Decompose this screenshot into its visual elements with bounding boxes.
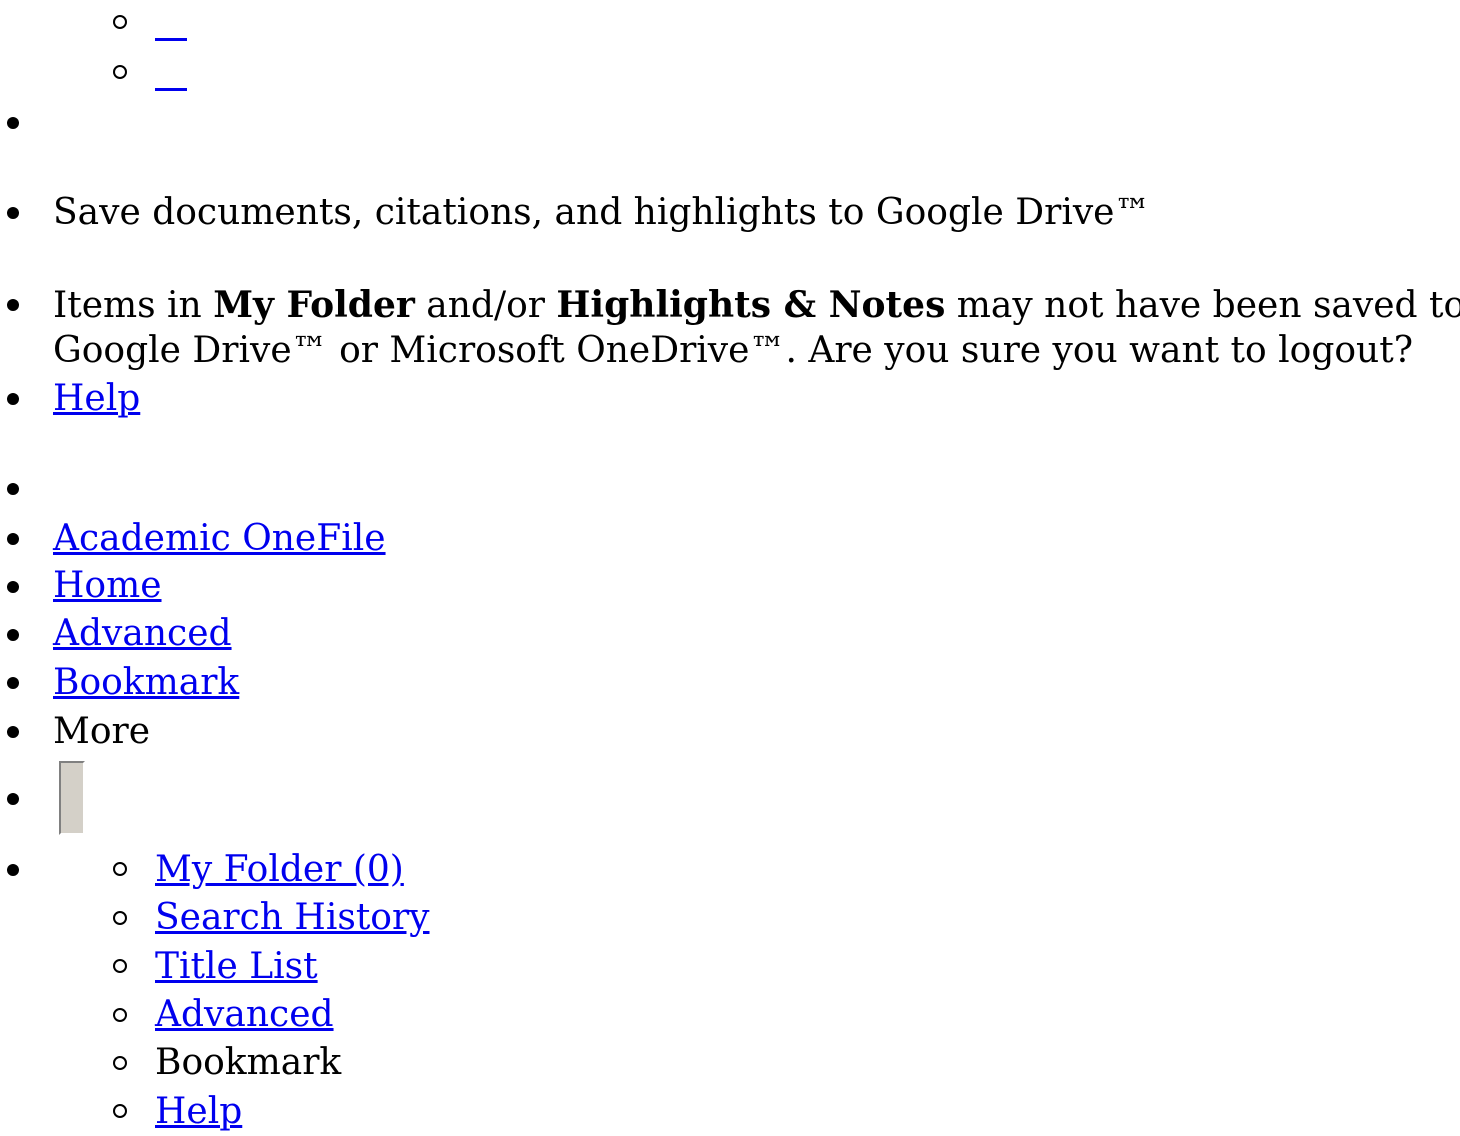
highlights-notes-label: Highlights & Notes <box>556 284 946 326</box>
blank-link-text <box>155 8 187 41</box>
logout-warning-part1: Items in <box>53 285 214 326</box>
bullet-circle <box>113 1008 127 1022</box>
nav-bookmark[interactable]: Bookmark <box>53 659 239 707</box>
nav-more[interactable]: More <box>53 708 150 756</box>
nav-home[interactable]: Home <box>53 562 162 610</box>
menu-title-list[interactable]: Title List <box>155 943 318 991</box>
nav-academic-onefile[interactable]: Academic OneFile <box>53 515 386 563</box>
bullet-disc <box>7 117 19 129</box>
bullet-disc <box>7 581 19 593</box>
bullet-disc <box>7 726 19 738</box>
bullet-circle <box>113 959 127 973</box>
bullet-circle <box>113 65 127 79</box>
bullet-circle <box>113 15 127 29</box>
bullet-disc <box>7 793 19 805</box>
top-sublink-2[interactable] <box>155 56 187 104</box>
logout-warning-part3: may not have been saved to <box>945 285 1460 326</box>
logout-warning-part2: and/or <box>414 285 557 326</box>
bullet-circle <box>113 1056 127 1070</box>
bullet-circle <box>113 911 127 925</box>
menu-help[interactable]: Help <box>155 1088 242 1136</box>
help-link[interactable]: Help <box>53 375 140 423</box>
bullet-disc <box>7 533 19 545</box>
menu-search-history[interactable]: Search History <box>155 894 430 942</box>
logout-warning-line2: Google Drive™ or Microsoft OneDrive™. Ar… <box>53 330 1414 371</box>
bullet-disc <box>7 207 19 219</box>
menu-toggle-button[interactable] <box>59 761 85 835</box>
nav-advanced[interactable]: Advanced <box>53 610 232 658</box>
bullet-disc <box>7 677 19 689</box>
bullet-circle <box>113 862 127 876</box>
menu-my-folder[interactable]: My Folder (0) <box>155 846 404 894</box>
bullet-disc <box>7 299 19 311</box>
menu-bookmark: Bookmark <box>155 1042 342 1083</box>
logout-warning-line1: Items in My Folder and/or Highlights & N… <box>53 281 1460 329</box>
bullet-circle <box>113 1104 127 1118</box>
bullet-disc <box>7 629 19 641</box>
menu-advanced[interactable]: Advanced <box>155 991 334 1039</box>
blank-link-text <box>155 58 187 91</box>
drive-message: Save documents, citations, and highlight… <box>53 192 1151 233</box>
bullet-disc <box>7 393 19 405</box>
bullet-disc <box>7 864 19 876</box>
top-sublink-1[interactable] <box>155 6 187 54</box>
my-folder-label: My Folder <box>213 284 415 326</box>
bullet-disc <box>7 483 19 495</box>
